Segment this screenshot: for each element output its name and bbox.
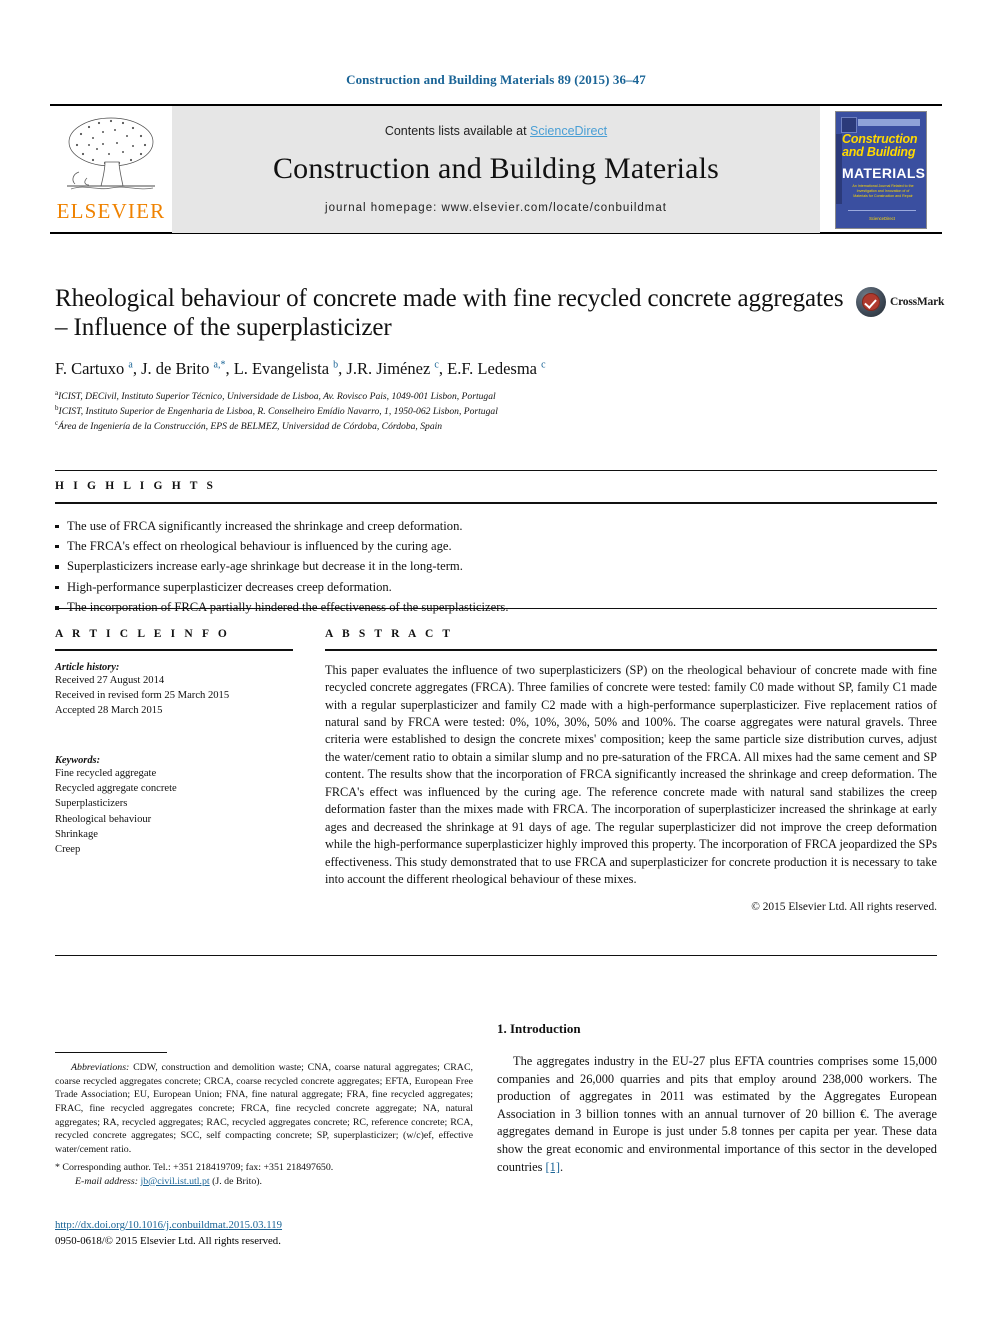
article-info-section: A R T I C L E I N F O Article history: R… bbox=[55, 628, 293, 858]
keyword-item: Shrinkage bbox=[55, 829, 98, 841]
abstract-section: A B S T R A C T This paper evaluates the… bbox=[325, 628, 937, 913]
page-title: Rheological behaviour of concrete made w… bbox=[55, 285, 844, 342]
introduction-body: The aggregates industry in the EU-27 plu… bbox=[497, 1054, 937, 1174]
email-link[interactable]: jb@civil.ist.utl.pt bbox=[140, 1176, 209, 1187]
affiliation-item: aICIST, DECivil, Instituto Superior Técn… bbox=[55, 389, 496, 403]
corresponding-author-note: * Corresponding author. Tel.: +351 21841… bbox=[55, 1161, 334, 1173]
crossmark-badge[interactable]: CrossMark bbox=[856, 287, 945, 317]
keyword-item: Recycled aggregate concrete bbox=[55, 783, 177, 795]
sciencedirect-link[interactable]: ScienceDirect bbox=[530, 124, 607, 138]
elsevier-logo: ELSEVIER bbox=[50, 106, 172, 233]
article-history-item: Received in revised form 25 March 2015 bbox=[55, 689, 230, 701]
keyword-item: Superplasticizers bbox=[55, 798, 128, 810]
cover-divider bbox=[848, 209, 916, 211]
highlights-heading: H I G H L I G H T S bbox=[55, 480, 217, 492]
journal-masthead: ELSEVIER Contents lists available at Sci… bbox=[50, 104, 942, 234]
elsevier-wordmark: ELSEVIER bbox=[56, 199, 166, 223]
footnotes-block: Abbreviations: CDW, construction and dem… bbox=[55, 1052, 473, 1189]
article-info-heading: A R T I C L E I N F O bbox=[55, 628, 230, 640]
introduction-paragraph: The aggregates industry in the EU-27 plu… bbox=[497, 1053, 937, 1176]
running-head: Construction and Building Materials 89 (… bbox=[346, 72, 646, 87]
contents-line: Contents lists available at ScienceDirec… bbox=[385, 124, 607, 138]
cover-top-bar bbox=[858, 118, 920, 126]
introduction-section: 1. Introduction The aggregates industry … bbox=[497, 1021, 937, 1176]
issn-copyright: 0950-0618/© 2015 Elsevier Ltd. All right… bbox=[55, 1234, 281, 1247]
affiliation-mark: b bbox=[55, 403, 59, 412]
abbreviations-text: CDW, construction and demolition waste; … bbox=[55, 1062, 473, 1155]
journal-title: Construction and Building Materials bbox=[272, 151, 720, 185]
paper-page: Construction and Building Materials 89 (… bbox=[0, 0, 992, 1323]
crossmark-label: CrossMark bbox=[890, 296, 945, 308]
divider-above-highlights bbox=[55, 470, 937, 471]
author-list: F. Cartuxo a, J. de Brito a,*, L. Evange… bbox=[55, 358, 546, 378]
article-info-divider bbox=[55, 649, 293, 651]
keywords-label: Keywords: bbox=[55, 754, 101, 766]
affiliations: aICIST, DECivil, Instituto Superior Técn… bbox=[55, 389, 855, 433]
abstract-heading: A B S T R A C T bbox=[325, 628, 454, 640]
abbreviations-note: Abbreviations: CDW, construction and dem… bbox=[55, 1061, 473, 1157]
introduction-heading: 1. Introduction bbox=[497, 1021, 581, 1036]
cover-publisher-mark bbox=[841, 116, 857, 133]
highlight-item: The FRCA's effect on rheological behavio… bbox=[55, 536, 937, 556]
email-suffix: (J. de Brito). bbox=[209, 1175, 263, 1187]
elsevier-tree-icon bbox=[59, 112, 163, 200]
highlight-item: High-performance superplasticizer decrea… bbox=[55, 577, 937, 597]
introduction-period: . bbox=[559, 1159, 564, 1174]
highlight-item: Superplasticizers increase early-age shr… bbox=[55, 556, 937, 576]
reference-link-1[interactable]: [1] bbox=[546, 1160, 560, 1174]
title-block: Rheological behaviour of concrete made w… bbox=[55, 284, 845, 378]
highlights-section: H I G H L I G H T S The use of FRCA sign… bbox=[55, 480, 937, 618]
email-label: E-mail address: bbox=[75, 1175, 138, 1187]
cover-footer: ScienceDirect bbox=[869, 215, 895, 221]
affiliation-item: cÁrea de Ingeniería de la Construcción, … bbox=[55, 418, 443, 432]
keyword-item: Fine recycled aggregate bbox=[55, 767, 157, 779]
cover-title-line1: Construction and Building bbox=[842, 131, 926, 160]
divider-below-abstract bbox=[55, 955, 937, 956]
abstract-text: This paper evaluates the influence of tw… bbox=[325, 662, 937, 887]
highlights-list: The use of FRCA significantly increased … bbox=[55, 516, 937, 618]
abstract-divider bbox=[325, 649, 937, 651]
footnote-rule bbox=[55, 1052, 167, 1053]
email-note: E-mail address: jb@civil.ist.utl.pt (J. … bbox=[55, 1175, 473, 1189]
cover-title-line3: MATERIALS bbox=[842, 164, 926, 181]
affiliation-item: bICIST, Instituto Superior de Engenharia… bbox=[55, 403, 498, 417]
article-history-item: Received 27 August 2014 bbox=[55, 674, 165, 686]
keyword-item: Rheological behaviour bbox=[55, 813, 152, 825]
footer-block: http://dx.doi.org/10.1016/j.conbuildmat.… bbox=[55, 1218, 475, 1249]
journal-cover-thumbnail: Construction and Building MATERIALS An I… bbox=[820, 106, 942, 233]
highlights-divider bbox=[55, 502, 937, 504]
doi-link[interactable]: http://dx.doi.org/10.1016/j.conbuildmat.… bbox=[55, 1219, 282, 1231]
contents-prefix: Contents lists available at bbox=[384, 123, 531, 138]
cover-subtitle: An International Journal Related to the … bbox=[852, 183, 914, 199]
article-history-item: Accepted 28 March 2015 bbox=[55, 705, 163, 717]
keyword-item: Creep bbox=[55, 844, 81, 856]
cover-line1: Construction bbox=[842, 131, 918, 146]
journal-banner: Contents lists available at ScienceDirec… bbox=[172, 106, 820, 233]
divider-below-highlights bbox=[55, 608, 937, 609]
affiliation-mark: c bbox=[55, 418, 59, 427]
crossmark-icon bbox=[856, 287, 886, 317]
affiliation-mark: a bbox=[55, 389, 59, 397]
highlight-item: The use of FRCA significantly increased … bbox=[55, 516, 937, 536]
article-history-label: Article history: bbox=[55, 661, 120, 673]
abstract-copyright: © 2015 Elsevier Ltd. All rights reserved… bbox=[751, 901, 937, 914]
keywords-block: Keywords: Fine recycled aggregate Recycle… bbox=[55, 755, 293, 858]
article-history-list: Received 27 August 2014 Received in revis… bbox=[55, 673, 293, 719]
abbreviations-label: Abbreviations: bbox=[71, 1062, 130, 1073]
keywords-list: Fine recycled aggregate Recycled aggregat… bbox=[55, 766, 293, 858]
journal-homepage[interactable]: journal homepage: www.elsevier.com/locat… bbox=[325, 202, 667, 214]
cover-line2: and Building bbox=[842, 145, 916, 159]
